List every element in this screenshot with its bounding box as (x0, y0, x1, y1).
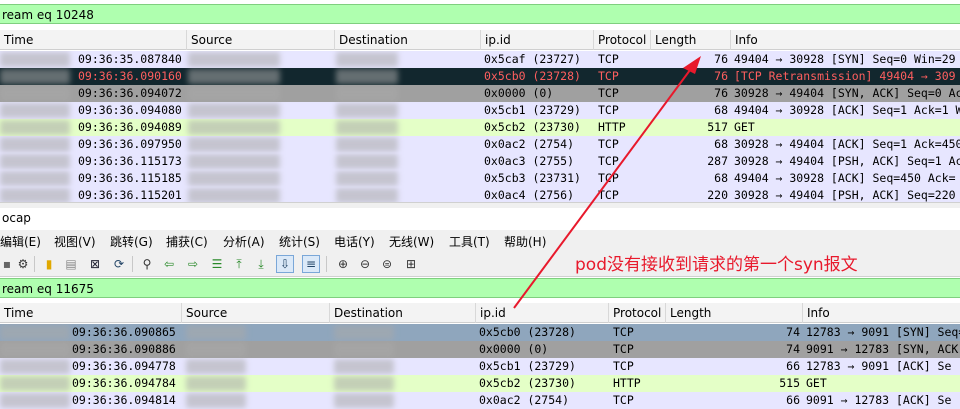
annotation-overlay (513, 56, 701, 309)
annotation-arrow-head (683, 56, 701, 74)
annotation-text: pod没有接收到请求的第一个syn报文 (575, 255, 858, 275)
